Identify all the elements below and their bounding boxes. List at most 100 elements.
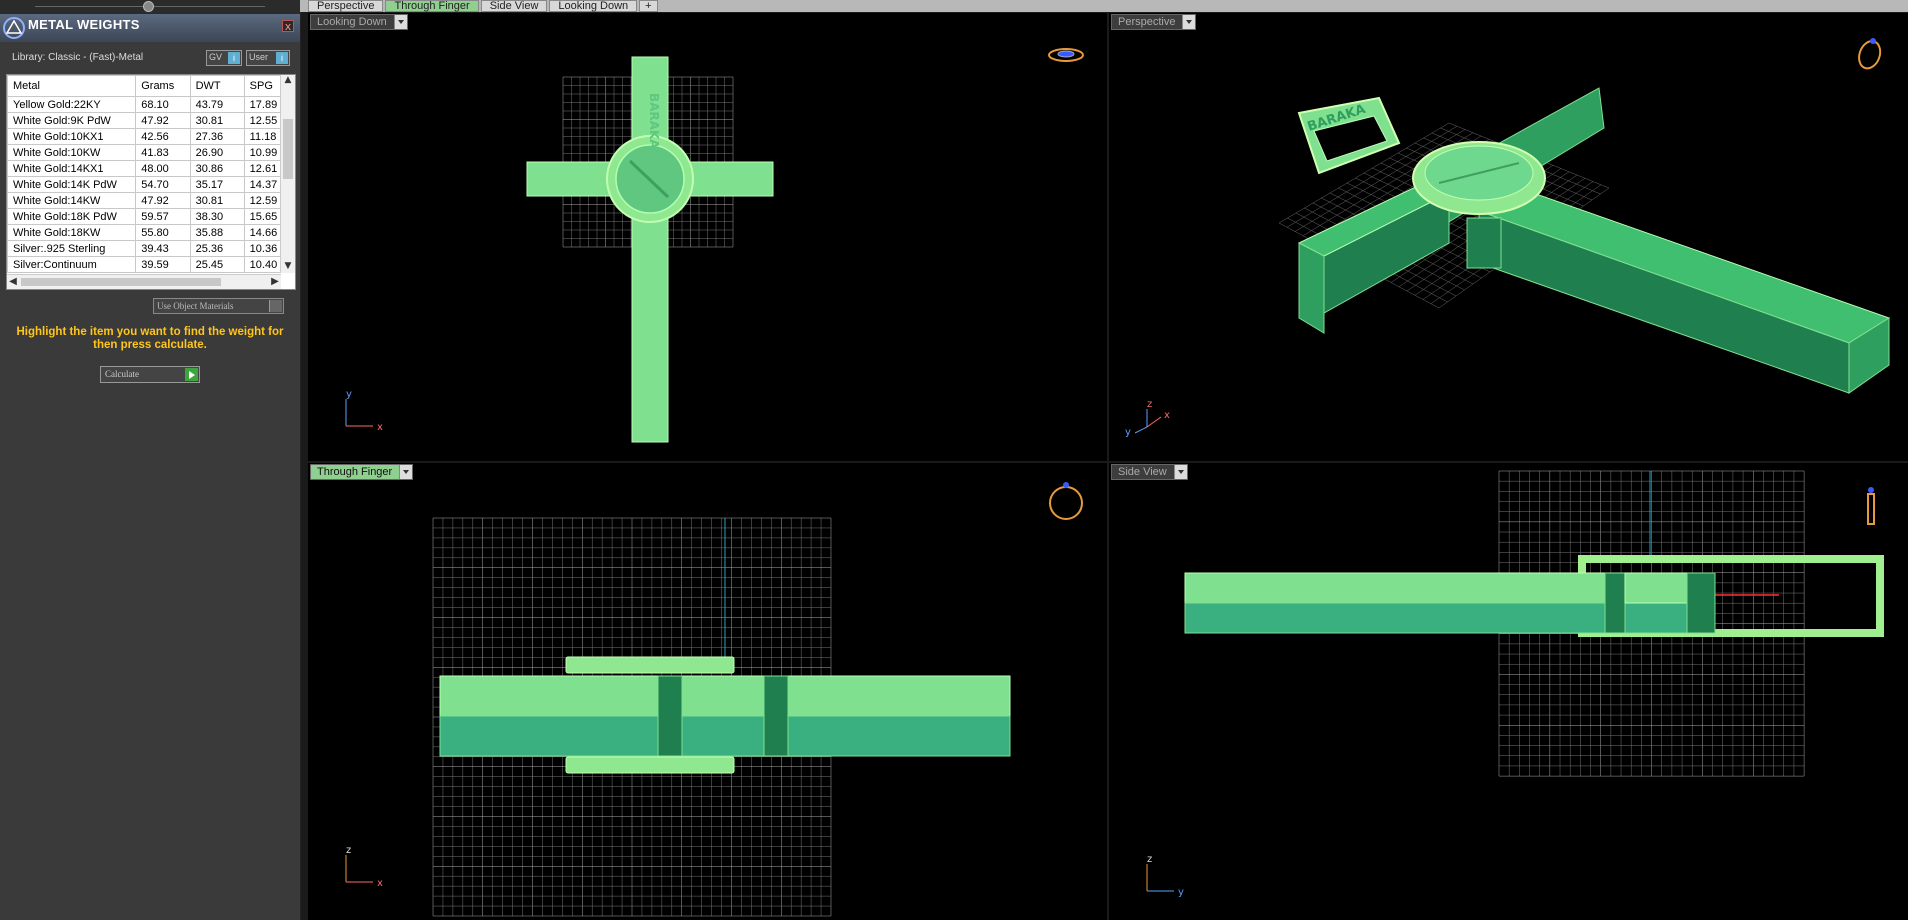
scroll-left-icon[interactable]: ◀ [7,275,19,289]
table-cell: 25.45 [189,256,245,273]
table-cell: White Gold:9K PdW [7,112,137,129]
axis-x-label: x [377,878,383,889]
toggle-indicator-icon [269,300,282,312]
splitter-knob[interactable] [143,1,154,12]
table-row[interactable]: Yellow Gold:22KY 68.10 43.79 17.89 [7,96,295,113]
table-row[interactable]: White Gold:14K PdW 54.70 35.17 14.37 [7,176,295,193]
metal-weights-panel: METAL WEIGHTS x Library: Classic - (Fast… [0,0,301,920]
axis-x-label: x [1164,410,1170,421]
table-cell: White Gold:10KX1 [7,128,137,145]
table-row[interactable]: White Gold:14KW 47.92 30.81 12.59 [7,192,295,209]
calculate-button[interactable]: Calculate [100,366,200,383]
table-cell: White Gold:18KW [7,224,137,241]
ring-view-icon [1858,38,1882,70]
axis-y-label: y [1125,427,1131,438]
table-cell: 39.59 [135,256,191,273]
viewport-side-view[interactable]: z y Side View [1109,463,1908,920]
side-view-scene: z y [1146,470,1884,898]
table-cell: 48.00 [135,160,191,177]
tab-side-view[interactable]: Side View [480,0,548,12]
axis-y-label: y [1178,887,1184,898]
table-row[interactable]: White Gold:18KW 55.80 35.88 14.66 [7,224,295,241]
table-vertical-scrollbar[interactable]: ▲ ▼ [280,75,295,273]
table-row[interactable]: Silver:.925 Sterling 39.43 25.36 10.36 [7,240,295,257]
table-cell: White Gold:14KW [7,192,137,209]
table-cell: White Gold:18K PdW [7,208,137,225]
table-cell: 39.43 [135,240,191,257]
viewport-looking-down[interactable]: BARAKA y x Looking Down [308,13,1107,461]
table-cell: White Gold:14KX1 [7,160,137,177]
viewport-label-looking-down[interactable]: Looking Down [310,14,408,30]
scroll-thumb[interactable] [283,119,293,179]
gv-toggle-button[interactable]: GV i [206,50,242,66]
table-row[interactable]: White Gold:9K PdW 47.92 30.81 12.55 [7,112,295,129]
table-cell: 42.56 [135,128,191,145]
chevron-down-icon[interactable] [1182,15,1196,29]
column-header-grams[interactable]: Grams [135,75,191,97]
user-toggle-button[interactable]: User i [246,50,290,66]
instruction-text: Highlight the item you want to find the … [16,326,284,351]
table-cell: 35.88 [189,224,245,241]
add-tab-button[interactable]: + [639,0,658,12]
table-horizontal-scrollbar[interactable]: ◀ ▶ [7,274,281,289]
viewport-label-side-view[interactable]: Side View [1111,464,1188,480]
column-header-dwt[interactable]: DWT [189,75,245,97]
scroll-thumb[interactable] [21,278,221,286]
viewport-label-through-finger[interactable]: Through Finger [310,464,414,480]
table-cell: 47.92 [135,192,191,209]
column-header-metal[interactable]: Metal [7,75,137,97]
scroll-right-icon[interactable]: ▶ [269,275,281,289]
table-row[interactable]: Silver:Continuum 39.59 25.45 10.40 [7,256,295,273]
panel-title: METAL WEIGHTS [28,17,140,32]
table-cell: 35.17 [189,176,245,193]
table-cell: 54.70 [135,176,191,193]
close-icon[interactable]: x [282,20,294,32]
axis-y-label: y [346,389,352,400]
table-row[interactable]: White Gold:18K PdW 59.57 38.30 15.65 [7,208,295,225]
tab-perspective[interactable]: Perspective [308,0,384,12]
axis-x-label: x [377,422,383,433]
ring-view-icon [1867,487,1875,525]
through-finger-scene: z x [345,482,1083,917]
table-cell: 26.90 [189,144,245,161]
scroll-down-icon[interactable]: ▼ [282,261,294,273]
table-cell: Yellow Gold:22KY [7,96,137,113]
metal-weights-table: Metal Grams DWT SPG Yellow Gold:22KY 68.1… [6,74,296,290]
table-cell: Silver:.925 Sterling [7,240,137,257]
table-row[interactable]: White Gold:10KX1 42.56 27.36 11.18 [7,128,295,145]
table-cell: 68.10 [135,96,191,113]
chevron-down-icon[interactable] [393,15,407,29]
panel-header: METAL WEIGHTS x [0,14,300,42]
table-cell: 30.86 [189,160,245,177]
axis-z-label: z [1147,399,1152,410]
table-cell: 55.80 [135,224,191,241]
chevron-down-icon[interactable] [399,465,413,479]
axis-z-label: z [346,845,351,856]
table-cell: 59.57 [135,208,191,225]
use-object-materials-toggle[interactable]: Use Object Materials [153,298,284,314]
table-cell: 27.36 [189,128,245,145]
table-header-row: Metal Grams DWT SPG [7,75,295,97]
table-cell: White Gold:14K PdW [7,176,137,193]
scroll-up-icon[interactable]: ▲ [282,75,294,87]
viewport-perspective[interactable]: BARAKA z y x Perspective [1109,13,1908,461]
viewport-label-perspective[interactable]: Perspective [1111,14,1197,30]
play-icon [185,368,198,381]
table-row[interactable]: White Gold:10KW 41.83 26.90 10.99 [7,144,295,161]
ring-view-icon [1049,482,1083,520]
ring-view-icon [1048,48,1084,62]
panel-splitter[interactable] [0,0,300,14]
engraving-text: BARAKA [647,93,661,149]
table-cell: 43.79 [189,96,245,113]
table-cell: 30.81 [189,192,245,209]
table-cell: 41.83 [135,144,191,161]
table-cell: 47.92 [135,112,191,129]
chevron-down-icon[interactable] [1173,465,1187,479]
matrix-logo-icon [3,17,25,39]
tab-looking-down[interactable]: Looking Down [549,0,638,12]
viewport-tab-bar: Perspective Through Finger Side View Loo… [308,0,660,12]
tab-through-finger[interactable]: Through Finger [385,0,479,12]
table-cell: 30.81 [189,112,245,129]
viewport-through-finger[interactable]: z x Through Finger [308,463,1107,920]
table-row[interactable]: White Gold:14KX1 48.00 30.86 12.61 [7,160,295,177]
